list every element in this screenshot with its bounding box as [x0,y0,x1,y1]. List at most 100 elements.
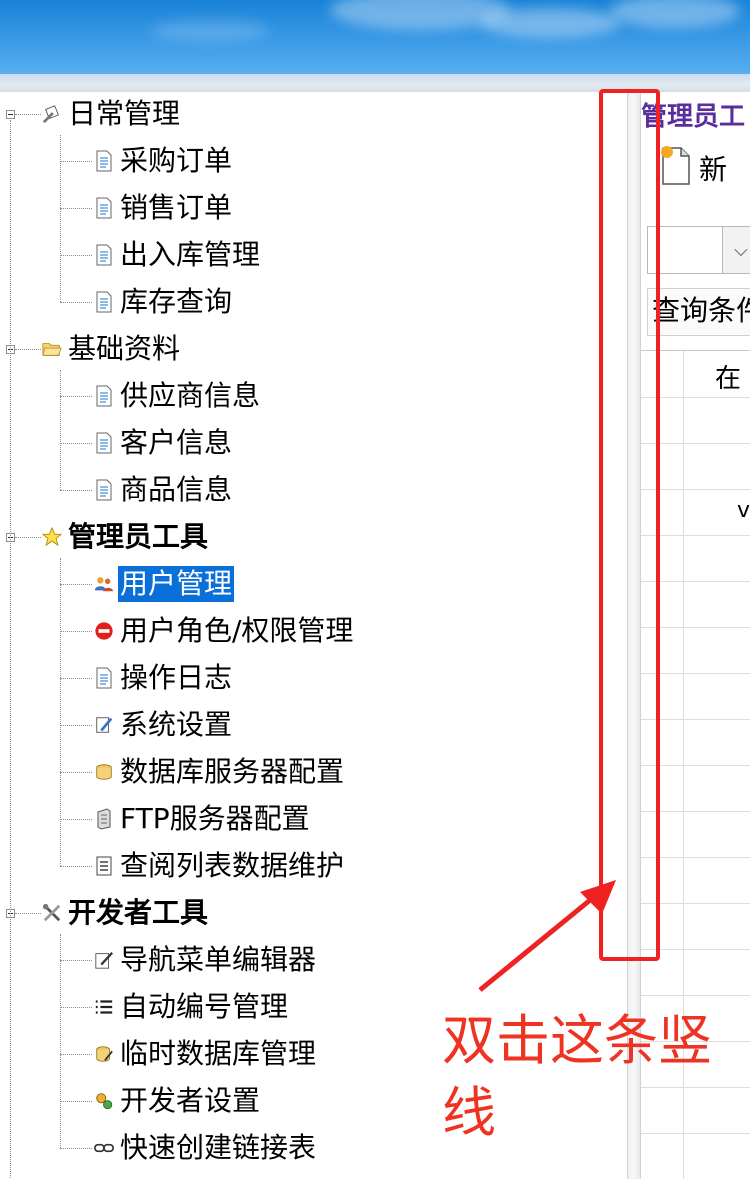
tree-item-label: 用户角色/权限管理 [120,614,354,647]
document-icon [94,244,114,266]
document-icon [94,197,114,219]
tree-connector [15,537,41,538]
tree-item-label: 数据库服务器配置 [120,755,345,788]
tree-item-0-1[interactable]: 销售订单 [94,188,234,228]
tree-connector [60,584,92,585]
tree-item-label: 供应商信息 [120,379,261,412]
app-banner [0,0,750,74]
tree-connector [60,678,92,679]
tree-connector [60,208,92,209]
tree-group-label: 日常管理 [68,97,181,130]
chevron-down-icon[interactable]: ⌵ [722,227,750,273]
tree-expander-icon[interactable] [6,110,15,119]
annotation-text: 双击这条竖线 [442,1009,712,1144]
grid-cell: v [737,498,750,523]
tree-connector [60,866,92,867]
tree-group-0[interactable]: 日常管理 [42,94,182,134]
tree-item-3-2[interactable]: 临时数据库管理 [94,1034,318,1074]
tree-item-2-0[interactable]: 用户管理 [94,564,235,604]
tree-item-0-2[interactable]: 出入库管理 [94,235,262,275]
tree-group-2[interactable]: 管理员工具 [42,517,210,557]
tree-item-label: 操作日志 [120,661,233,694]
tree-connector [60,396,92,397]
tree-item-3-0[interactable]: 导航菜单编辑器 [94,940,318,980]
tree-item-3-4[interactable]: 快速创建链接表 [94,1128,318,1168]
new-document-icon [659,144,693,192]
tree-item-label: 开发者设置 [120,1084,261,1117]
settings-pen-icon [94,714,114,736]
tree-item-label: 查阅列表数据维护 [120,849,345,882]
tree-connector [15,913,41,914]
star-icon [42,526,62,548]
tree-connector [60,490,92,491]
document-icon [94,432,114,454]
tree-connector [60,1007,92,1008]
tree-guide-line [10,120,11,1179]
tree-connector [60,302,92,303]
tree-connector [60,161,92,162]
tree-item-label: 导航菜单编辑器 [120,943,317,976]
annotation-highlight-box [599,89,660,961]
tree-item-label: 用户管理 [118,566,235,602]
document-icon [94,385,114,407]
tree-item-label: FTP服务器配置 [120,802,310,835]
wrench-paper-icon [42,103,62,125]
tree-group-label: 开发者工具 [68,896,209,929]
server-icon [94,808,114,830]
tree-item-0-3[interactable]: 库存查询 [94,282,234,322]
document-icon [94,667,114,689]
tree-connector [60,1148,92,1149]
tree-connector [60,255,92,256]
tree-connector [60,443,92,444]
tree-item-0-0[interactable]: 采购订单 [94,141,234,181]
tree-connector [60,1101,92,1102]
grid-column-header[interactable]: 在 [715,358,741,395]
tree-item-label: 库存查询 [120,285,233,318]
tree-item-2-2[interactable]: 操作日志 [94,658,234,698]
tree-item-label: 商品信息 [120,473,233,506]
new-button-label: 新 [699,153,728,186]
tree-item-2-6[interactable]: 查阅列表数据维护 [94,846,346,886]
annotation-arrow [478,880,616,992]
query-condition-field[interactable]: 查询条件 [647,288,750,336]
new-button[interactable]: 新 [659,144,727,192]
numbered-list-icon [94,996,114,1018]
tree-item-1-0[interactable]: 供应商信息 [94,376,262,416]
tree-item-2-1[interactable]: 用户角色/权限管理 [94,611,355,651]
tree-guide-line [60,370,61,490]
database-icon [94,761,114,783]
tree-item-label: 销售订单 [120,191,233,224]
tree-item-label: 采购订单 [120,144,233,177]
tree-item-2-3[interactable]: 系统设置 [94,705,234,745]
grid-row-line [641,995,750,996]
tree-item-label: 客户信息 [120,426,233,459]
document-icon [94,479,114,501]
tree-item-2-5[interactable]: FTP服务器配置 [94,799,312,839]
tree-item-label: 系统设置 [120,708,233,741]
tree-guide-line [60,135,61,302]
tree-connector [15,349,41,350]
tree-connector [60,819,92,820]
tree-item-1-1[interactable]: 客户信息 [94,423,234,463]
document-icon [94,291,114,313]
tree-group-label: 管理员工具 [68,520,209,553]
link-icon [94,1137,114,1159]
tree-connector [60,1054,92,1055]
tree-item-3-1[interactable]: 自动编号管理 [94,987,290,1027]
users-icon [94,573,114,595]
tree-group-label: 基础资料 [68,332,181,365]
filter-dropdown[interactable]: ⌵ [647,226,750,274]
tree-item-label: 临时数据库管理 [120,1037,317,1070]
tree-connector [60,631,92,632]
tree-group-3[interactable]: 开发者工具 [42,893,210,933]
tree-guide-line [60,934,61,1148]
tree-group-1[interactable]: 基础资料 [42,329,182,369]
tree-item-label: 自动编号管理 [120,990,289,1023]
tree-guide-line [60,558,61,866]
tree-item-1-2[interactable]: 商品信息 [94,470,234,510]
tree-connector [60,772,92,773]
folder-open-icon [42,338,62,360]
tree-item-2-4[interactable]: 数据库服务器配置 [94,752,346,792]
tools-icon [42,902,62,924]
tree-item-3-3[interactable]: 开发者设置 [94,1081,262,1121]
